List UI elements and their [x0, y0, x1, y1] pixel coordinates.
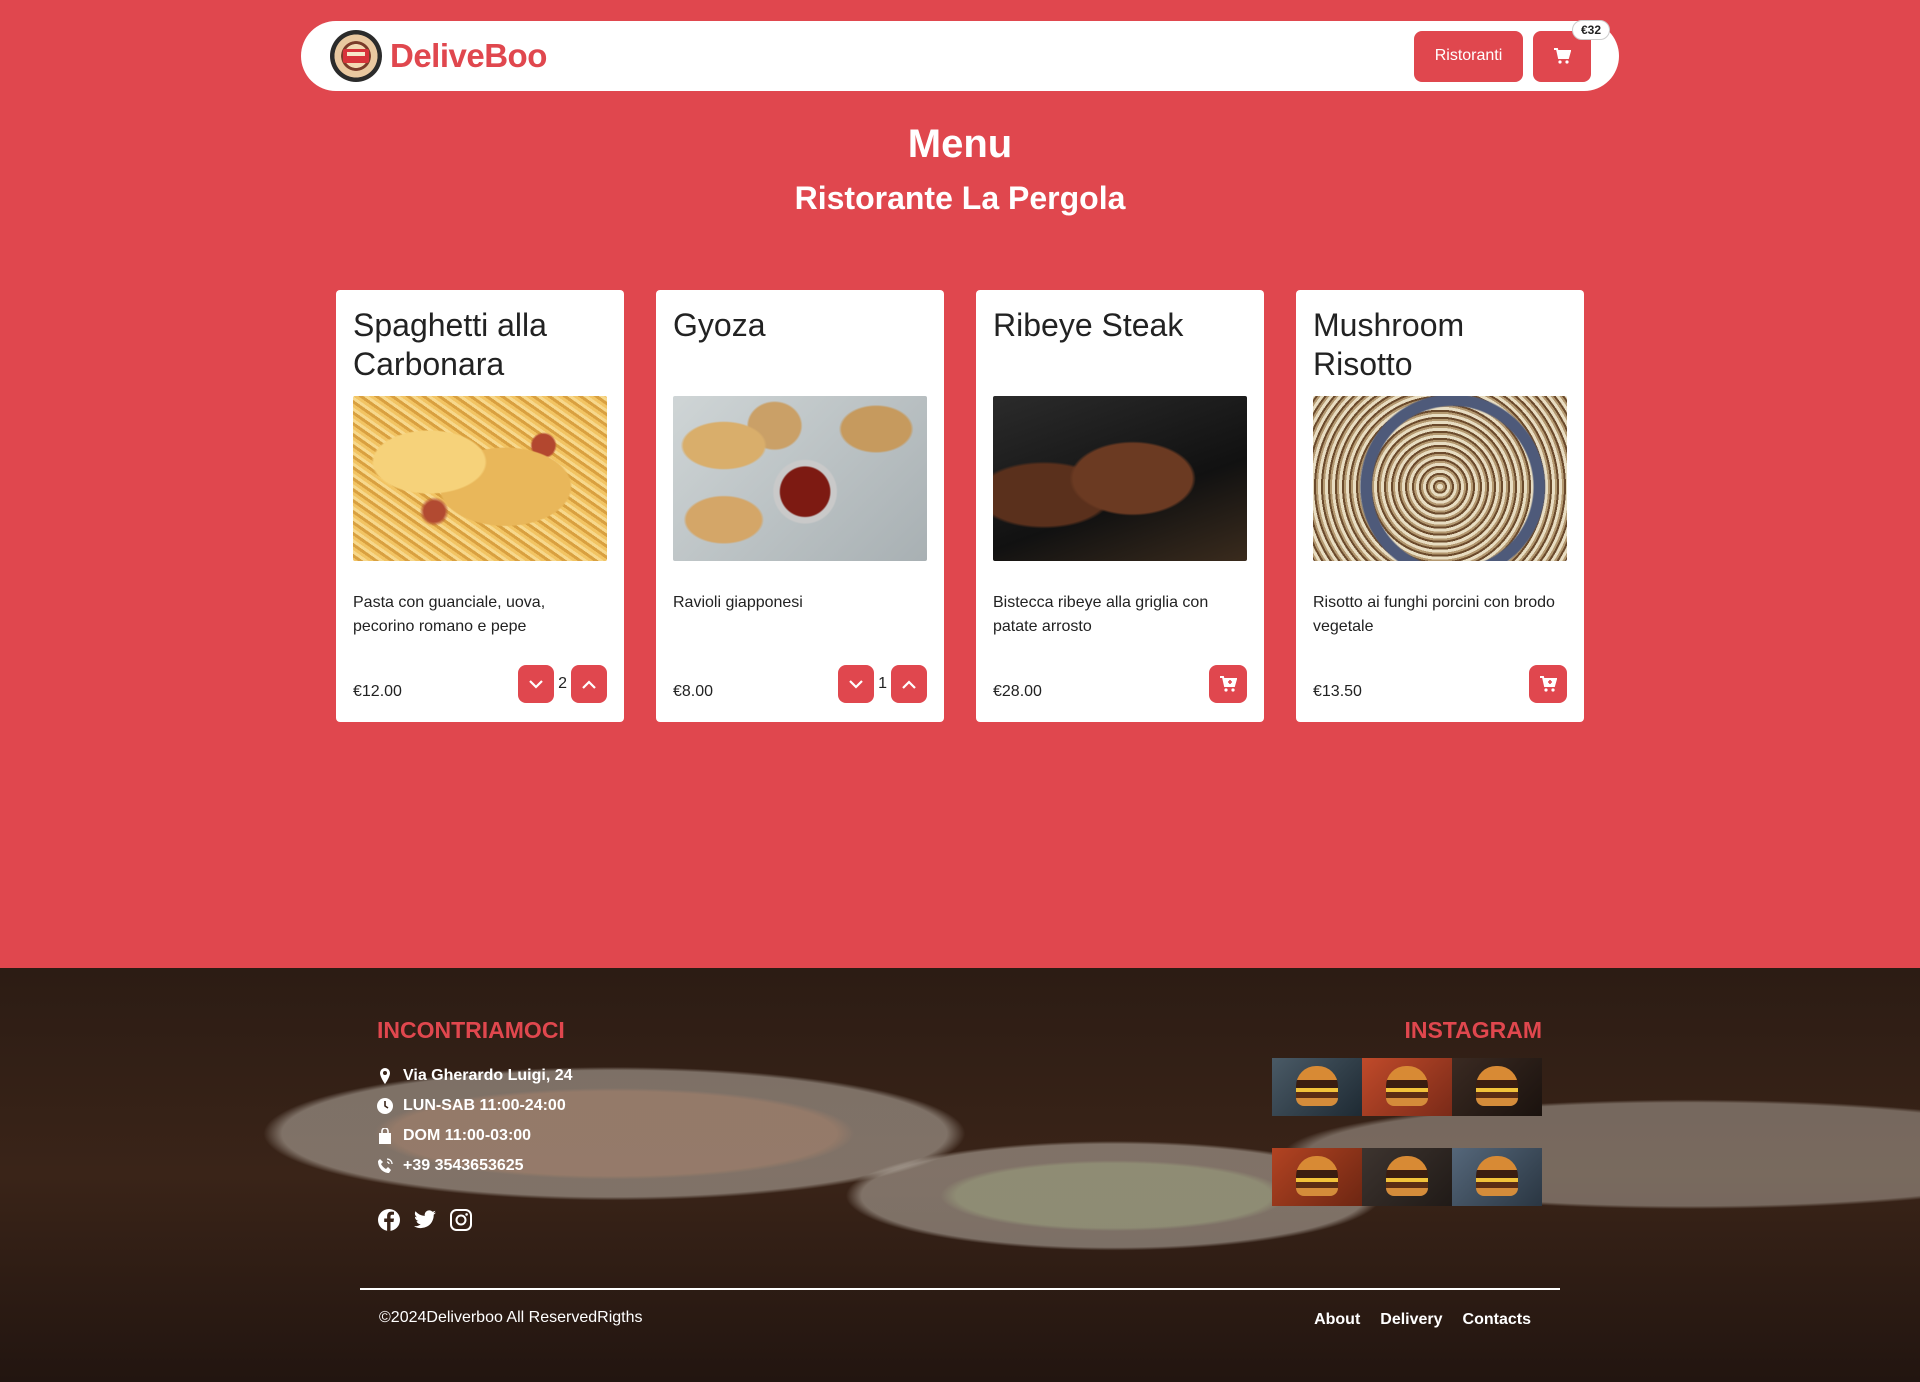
quantity-stepper: 1	[838, 665, 927, 703]
phone-icon	[378, 1158, 393, 1173]
nav-actions: Ristoranti €32	[1414, 19, 1610, 82]
add-to-cart-button[interactable]	[1529, 665, 1567, 703]
chevron-up-icon	[582, 679, 596, 689]
footer-divider	[360, 1288, 1560, 1290]
add-to-cart-icon	[1540, 676, 1557, 692]
quantity-value: 1	[878, 675, 887, 692]
brand[interactable]: DeliveBoo	[330, 30, 547, 82]
increase-quantity-button[interactable]	[891, 665, 927, 703]
address-text: Via Gherardo Luigi, 24	[403, 1067, 573, 1084]
clock-icon	[377, 1098, 393, 1114]
cart-icon	[1554, 48, 1571, 64]
dish-name: Ribeye Steak	[993, 307, 1184, 343]
decrease-quantity-button[interactable]	[518, 665, 555, 703]
navbar: DeliveBoo Ristoranti €32	[301, 19, 1619, 91]
dish-card: Ribeye Steak Bistecca ribeye alla grigli…	[976, 290, 1264, 722]
facebook-icon[interactable]	[377, 1208, 401, 1232]
dish-description: Pasta con guanciale, uova, pecorino roma…	[353, 594, 546, 635]
dish-list: Spaghetti alla Carbonara Pasta con guanc…	[336, 290, 1584, 722]
dish-image	[993, 396, 1247, 561]
add-to-cart-icon	[1220, 676, 1237, 692]
phone-text: +39 3543653625	[403, 1157, 524, 1174]
decrease-quantity-button[interactable]	[838, 665, 875, 703]
social-links	[377, 1208, 473, 1232]
contact-list: Via Gherardo Luigi, 24 LUN-SAB 11:00-24:…	[377, 1061, 573, 1181]
restaurants-button[interactable]: Ristoranti	[1414, 30, 1523, 82]
dish-description: Bistecca ribeye alla griglia con patate …	[993, 594, 1209, 635]
map-pin-icon	[380, 1068, 390, 1084]
phone-item: +39 3543653625	[377, 1151, 573, 1181]
dish-image	[1313, 396, 1567, 561]
quantity-stepper: 2	[518, 665, 607, 703]
deliveboo-logo	[330, 30, 382, 82]
quantity-value: 2	[558, 675, 567, 692]
dish-price: €28.00	[993, 683, 1042, 700]
footer-links: About Delivery Contacts	[1314, 1311, 1531, 1329]
cart-total-badge: €32	[1571, 19, 1610, 40]
dish-card: Gyoza Ravioli giapponesi €8.00 1	[656, 290, 944, 722]
address-item: Via Gherardo Luigi, 24	[377, 1061, 573, 1091]
chevron-up-icon	[902, 679, 916, 689]
contact-heading: INCONTRIAMOCI	[377, 1017, 565, 1043]
instagram-heading: INSTAGRAM	[1404, 1017, 1542, 1043]
footer: INCONTRIAMOCI Via Gherardo Luigi, 24 LUN…	[0, 968, 1920, 1382]
instagram-gallery	[1272, 1058, 1542, 1206]
bag-icon	[379, 1128, 391, 1144]
sunday-hours-text: DOM 11:00-03:00	[403, 1127, 532, 1144]
about-link[interactable]: About	[1314, 1311, 1360, 1329]
instagram-photo[interactable]	[1452, 1148, 1542, 1206]
delivery-link[interactable]: Delivery	[1380, 1311, 1442, 1329]
instagram-photo[interactable]	[1272, 1148, 1362, 1206]
dish-price: €13.50	[1313, 683, 1362, 700]
copyright-text: ©2024Deliverboo All ReservedRigths	[379, 1309, 643, 1326]
instagram-photo[interactable]	[1272, 1058, 1362, 1116]
dish-price: €8.00	[673, 683, 714, 700]
brand-name: DeliveBoo	[390, 37, 547, 74]
restaurant-name: Ristorante La Pergola	[794, 180, 1126, 216]
contacts-link[interactable]: Contacts	[1463, 1311, 1531, 1329]
page-title: Menu	[907, 122, 1013, 166]
chevron-down-icon	[529, 679, 543, 689]
increase-quantity-button[interactable]	[571, 665, 607, 703]
dish-price: €12.00	[353, 683, 402, 700]
dish-description: Risotto ai funghi porcini con brodo vege…	[1313, 594, 1555, 635]
chevron-down-icon	[849, 679, 863, 689]
dish-name: Mushroom Risotto	[1313, 307, 1465, 382]
dish-image	[353, 396, 607, 561]
dish-description: Ravioli giapponesi	[673, 594, 803, 611]
dish-card: Mushroom Risotto Risotto ai funghi porci…	[1296, 290, 1584, 722]
instagram-photo[interactable]	[1362, 1058, 1452, 1116]
instagram-photo[interactable]	[1362, 1148, 1452, 1206]
dish-card: Spaghetti alla Carbonara Pasta con guanc…	[336, 290, 624, 722]
sunday-hours-item: DOM 11:00-03:00	[377, 1121, 573, 1151]
weekday-hours-text: LUN-SAB 11:00-24:00	[403, 1097, 566, 1114]
cart-button[interactable]: €32	[1533, 19, 1610, 82]
add-to-cart-button[interactable]	[1209, 665, 1247, 703]
instagram-photo[interactable]	[1452, 1058, 1542, 1116]
dish-image	[673, 396, 927, 561]
instagram-icon[interactable]	[449, 1208, 473, 1232]
dish-name: Gyoza	[673, 307, 766, 343]
twitter-icon[interactable]	[413, 1208, 437, 1232]
weekday-hours-item: LUN-SAB 11:00-24:00	[377, 1091, 573, 1121]
dish-name: Spaghetti alla Carbonara	[353, 307, 547, 382]
